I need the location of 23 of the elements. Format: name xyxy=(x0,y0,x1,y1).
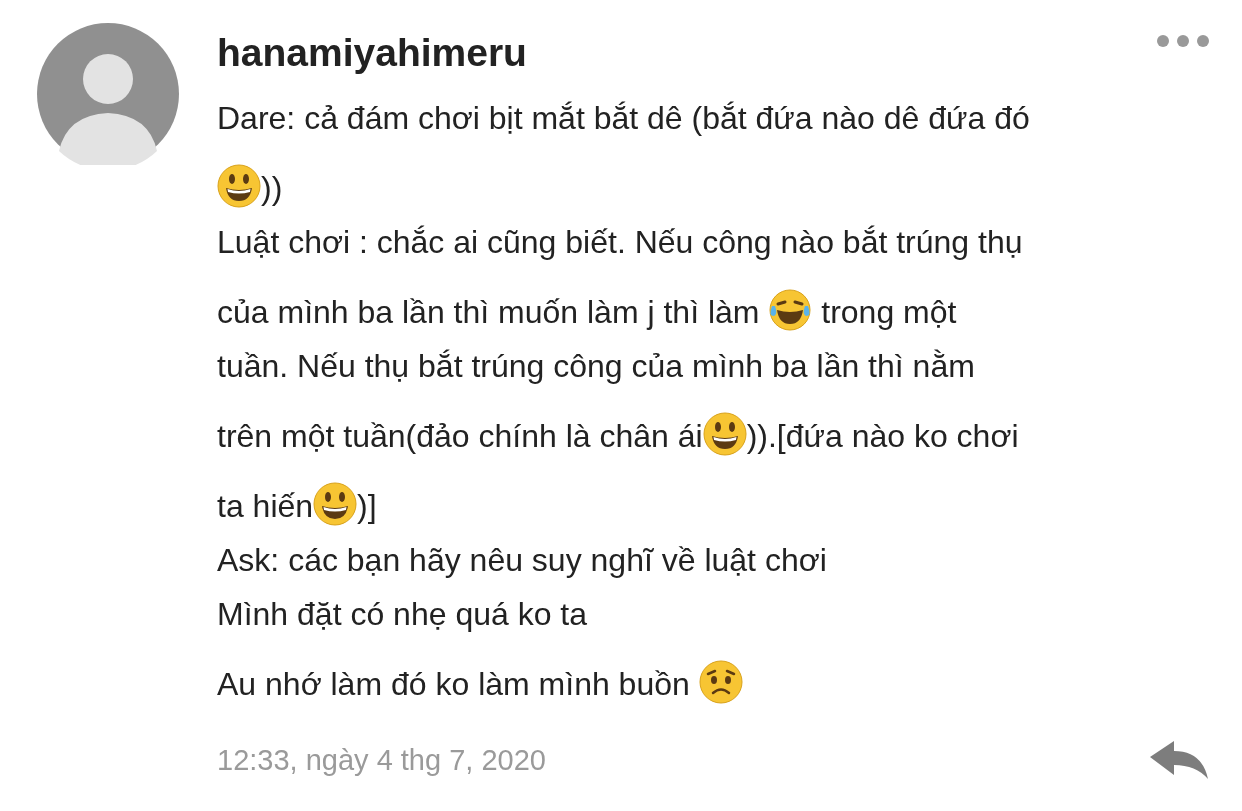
grinning-emoji-icon xyxy=(702,412,747,456)
comment-text: Luật chơi : chắc ai cũng biết. Nếu công nào bắt trúng thụ xyxy=(217,224,1023,260)
comment-text: Ask: các bạn hãy nêu suy nghĩ về luật chơi xyxy=(217,542,827,578)
grinning-emoji-icon xyxy=(217,164,261,208)
timestamp: 12:33, ngày 4 thg 7, 2020 xyxy=(217,743,546,777)
comment-text: tuần. Nếu thụ bắt trúng công của mình ba lần thì nằm xyxy=(217,348,975,384)
comment-text: trong một xyxy=(820,294,957,330)
grinning-emoji-icon xyxy=(313,482,358,526)
reply-icon[interactable] xyxy=(1148,739,1210,781)
comment-text: )) xyxy=(261,170,283,206)
username[interactable]: hanamiyahimeru xyxy=(217,31,527,75)
comment-text: ta hiến xyxy=(217,488,314,524)
avatar-icon xyxy=(37,23,179,165)
comment-text: )).[đứa nào ko chơi xyxy=(746,418,1019,454)
comment-text: Au nhớ làm đó ko làm mình buồn xyxy=(217,666,691,702)
more-options-icon[interactable] xyxy=(1156,34,1210,48)
comment-text: Dare: cả đám chơi bịt mắt bắt dê (bắt đứa nào dê đứa đó xyxy=(217,100,1030,136)
comment-text: của mình ba lần thì muốn làm j thì làm xyxy=(217,294,761,330)
comment-text: Mình đặt có nhẹ quá ko ta xyxy=(217,596,588,632)
worried-emoji-icon xyxy=(698,660,743,704)
comment-text: trên một tuần(đảo chính là chân ái xyxy=(217,418,703,454)
laughing-tears-emoji-icon xyxy=(768,288,813,332)
comment-text: )] xyxy=(357,488,377,524)
